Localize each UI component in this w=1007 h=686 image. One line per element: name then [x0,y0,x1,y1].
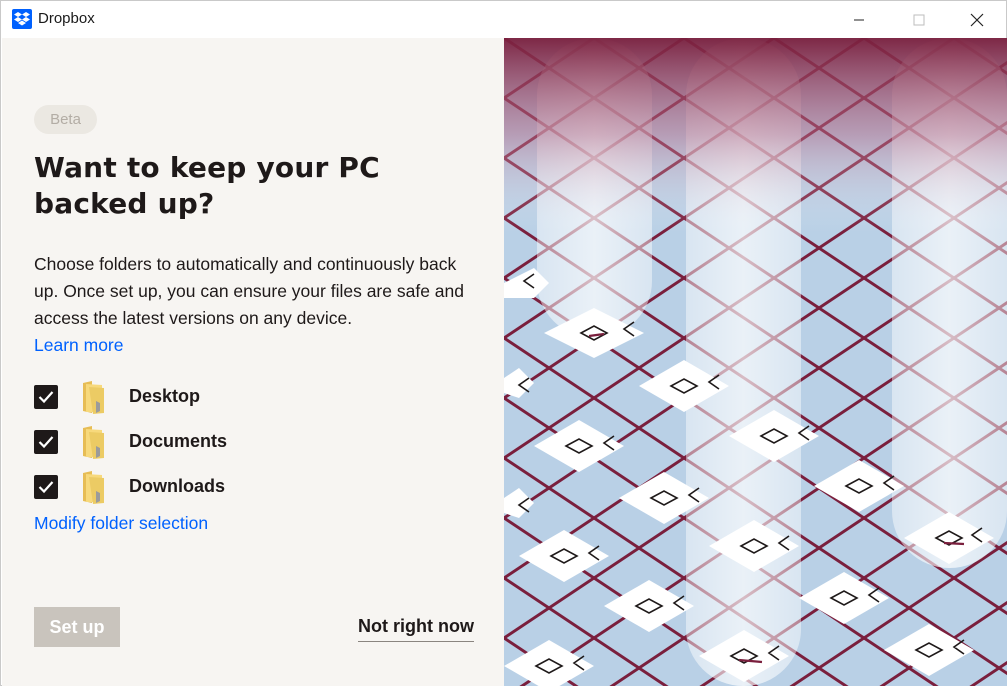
minimize-button[interactable] [836,1,882,38]
folder-option-downloads[interactable]: Downloads [34,471,334,505]
maximize-icon [913,14,925,25]
documents-checkbox[interactable] [34,430,58,454]
close-button[interactable] [954,1,1000,38]
not-right-now-button[interactable]: Not right now [358,616,474,642]
checkmark-icon [38,436,54,449]
title-bar[interactable]: Dropbox [1,1,1006,38]
folder-label-documents: Documents [129,431,228,451]
checkmark-icon [38,391,54,404]
illustration-graphic [504,38,1007,686]
desktop-checkbox[interactable] [34,385,58,409]
minimize-icon [854,19,864,20]
page-title: Want to keep your PC backed up? [34,151,380,220]
window-title: Dropbox [38,10,95,27]
learn-more-link[interactable]: Learn more [34,332,124,359]
dropbox-window: Dropbox Beta Want to keep your PC backed… [0,0,1007,686]
beta-badge: Beta [34,105,97,134]
dropbox-logo-icon [12,9,32,29]
folder-icon [83,471,104,504]
backup-description: Choose folders to automatically and cont… [34,254,464,328]
setup-button[interactable]: Set up [34,607,120,647]
modify-folder-selection-link[interactable]: Modify folder selection [34,513,208,534]
backup-illustration [504,38,1007,686]
folder-label-downloads: Downloads [129,476,226,496]
backup-panel: Beta Want to keep your PC backed up? Cho… [2,38,504,686]
folder-option-desktop[interactable]: Desktop [34,381,334,415]
maximize-button[interactable] [896,1,942,38]
close-icon [970,13,984,26]
downloads-checkbox[interactable] [34,475,58,499]
checkmark-icon [38,481,54,494]
folder-option-documents[interactable]: Documents [34,426,334,460]
folder-icon [83,381,104,414]
folder-icon [83,426,104,459]
folder-label-desktop: Desktop [129,386,201,406]
